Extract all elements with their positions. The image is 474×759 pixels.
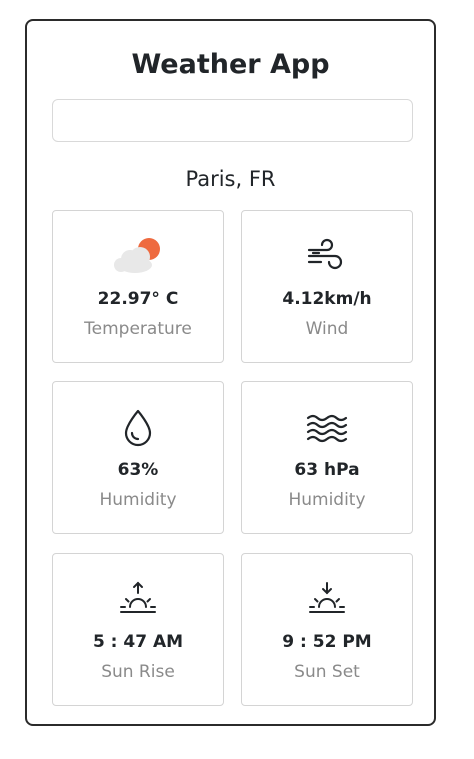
sunrise-icon [53, 574, 223, 624]
temperature-label: Temperature [84, 319, 192, 339]
wind-value: 4.12km/h [282, 289, 372, 309]
pressure-value: 63 hPa [294, 460, 360, 480]
sunset-label: Sun Set [294, 662, 360, 682]
temperature-tile: 22.97° C Temperature [52, 210, 224, 363]
sunrise-value: 5 : 47 AM [92, 632, 184, 652]
wind-label: Wind [305, 319, 349, 339]
sunrise-label: Sun Rise [101, 662, 175, 682]
weather-card: Weather App Paris, FR 22.97° C Temperatu… [25, 19, 436, 726]
city-search-input[interactable] [52, 99, 413, 142]
pressure-tile: 63 hPa Humidity [241, 381, 413, 534]
wind-tile: 4.12km/h Wind [241, 210, 413, 363]
sunrise-tile: 5 : 47 AM Sun Rise [52, 553, 224, 706]
pressure-waves-icon [242, 402, 412, 452]
location-name: Paris, FR [185, 167, 276, 191]
humidity-tile: 63% Humidity [52, 381, 224, 534]
temperature-value: 22.97° C [97, 289, 179, 309]
humidity-label: Humidity [99, 490, 177, 510]
humidity-value: 63% [117, 460, 159, 480]
sunset-tile: 9 : 52 PM Sun Set [241, 553, 413, 706]
droplet-icon [53, 402, 223, 452]
partly-cloudy-icon [53, 231, 223, 281]
sunset-icon [242, 574, 412, 624]
wind-icon [242, 231, 412, 281]
app-title: Weather App [131, 49, 330, 80]
sunset-value: 9 : 52 PM [282, 632, 372, 652]
pressure-label: Humidity [288, 490, 366, 510]
